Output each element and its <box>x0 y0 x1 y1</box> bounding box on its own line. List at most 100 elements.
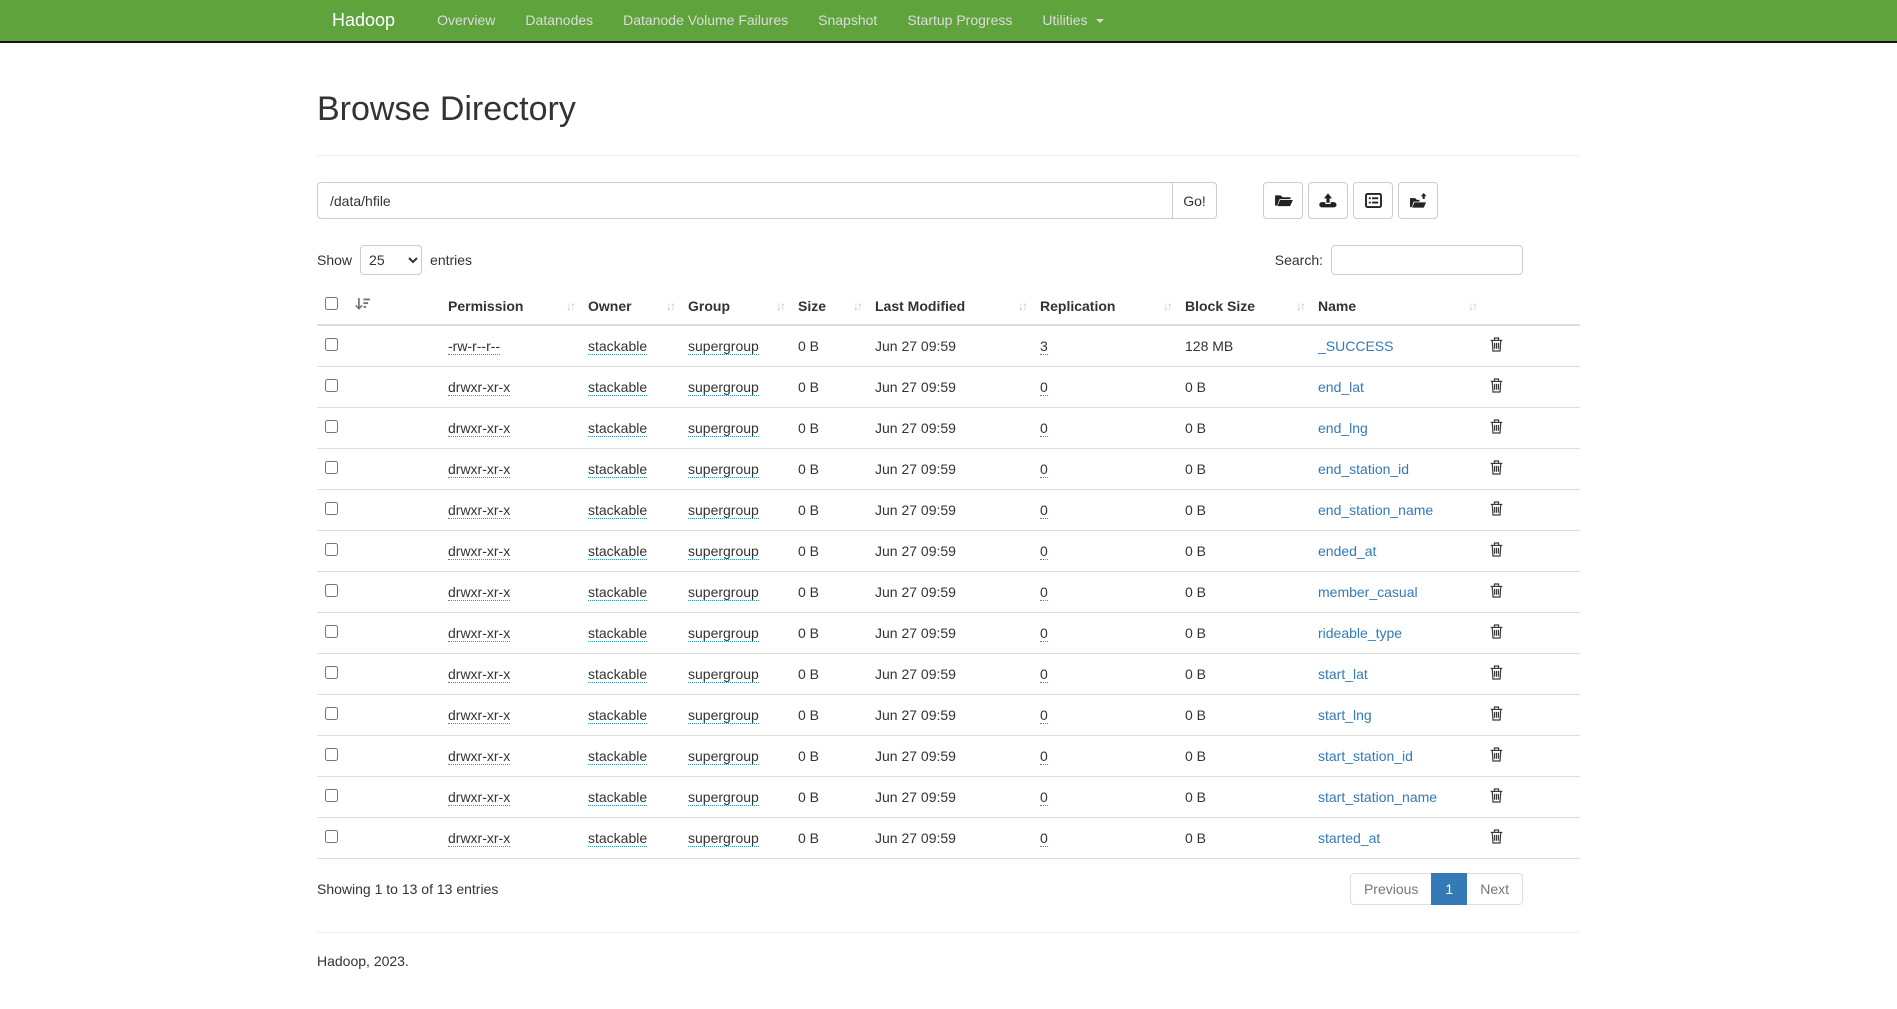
replication-value[interactable]: 0 <box>1040 789 1048 806</box>
column-header-owner[interactable]: Owner↓↑ <box>580 287 680 325</box>
delete-button[interactable] <box>1490 337 1503 355</box>
delete-button[interactable] <box>1490 747 1503 765</box>
next-page-button[interactable]: Next <box>1467 873 1523 905</box>
file-name-link[interactable]: started_at <box>1318 830 1380 846</box>
group-value[interactable]: supergroup <box>688 338 759 355</box>
file-name-link[interactable]: rideable_type <box>1318 625 1402 641</box>
row-select-checkbox[interactable] <box>325 830 338 843</box>
file-name-link[interactable]: start_lat <box>1318 666 1368 682</box>
group-value[interactable]: supergroup <box>688 420 759 437</box>
row-select-checkbox[interactable] <box>325 584 338 597</box>
group-value[interactable]: supergroup <box>688 584 759 601</box>
file-name-link[interactable]: ended_at <box>1318 543 1376 559</box>
file-name-link[interactable]: end_lng <box>1318 420 1368 436</box>
permission-value[interactable]: drwxr-xr-x <box>448 789 510 806</box>
file-name-link[interactable]: start_station_name <box>1318 789 1437 805</box>
row-select-checkbox[interactable] <box>325 338 338 351</box>
permission-value[interactable]: drwxr-xr-x <box>448 502 510 519</box>
owner-value[interactable]: stackable <box>588 502 647 519</box>
replication-value[interactable]: 0 <box>1040 584 1048 601</box>
quota-button[interactable] <box>1353 182 1393 219</box>
nav-item-startup-progress[interactable]: Startup Progress <box>892 0 1027 42</box>
replication-value[interactable]: 0 <box>1040 502 1048 519</box>
permission-value[interactable]: drwxr-xr-x <box>448 461 510 478</box>
owner-value[interactable]: stackable <box>588 379 647 396</box>
column-header-block-size[interactable]: Block Size↓↑ <box>1177 287 1310 325</box>
nav-item-snapshot[interactable]: Snapshot <box>803 0 892 42</box>
permission-value[interactable]: drwxr-xr-x <box>448 625 510 642</box>
group-value[interactable]: supergroup <box>688 830 759 847</box>
nav-item-datanodes[interactable]: Datanodes <box>510 0 608 42</box>
delete-button[interactable] <box>1490 542 1503 560</box>
column-header-name[interactable]: Name↓↑ <box>1310 287 1482 325</box>
nav-item-datanode-volume-failures[interactable]: Datanode Volume Failures <box>608 0 803 42</box>
replication-value[interactable]: 0 <box>1040 420 1048 437</box>
nav-item-overview[interactable]: Overview <box>422 0 510 42</box>
file-name-link[interactable]: member_casual <box>1318 584 1418 600</box>
group-value[interactable]: supergroup <box>688 625 759 642</box>
delete-button[interactable] <box>1490 501 1503 519</box>
create-directory-button[interactable] <box>1263 182 1303 219</box>
replication-value[interactable]: 0 <box>1040 748 1048 765</box>
column-header-last-modified[interactable]: Last Modified↓↑ <box>867 287 1032 325</box>
select-all-checkbox[interactable] <box>325 297 338 310</box>
replication-value[interactable]: 0 <box>1040 379 1048 396</box>
page-size-select[interactable]: 25 <box>360 245 422 275</box>
permission-value[interactable]: drwxr-xr-x <box>448 379 510 396</box>
group-value[interactable]: supergroup <box>688 543 759 560</box>
owner-value[interactable]: stackable <box>588 461 647 478</box>
row-select-checkbox[interactable] <box>325 789 338 802</box>
permission-value[interactable]: drwxr-xr-x <box>448 748 510 765</box>
column-header-permission[interactable]: Permission↓↑ <box>440 287 580 325</box>
nav-item-utilities-dropdown[interactable]: Utilities <box>1027 0 1119 42</box>
replication-value[interactable]: 0 <box>1040 707 1048 724</box>
owner-value[interactable]: stackable <box>588 584 647 601</box>
owner-value[interactable]: stackable <box>588 707 647 724</box>
row-select-checkbox[interactable] <box>325 502 338 515</box>
owner-value[interactable]: stackable <box>588 543 647 560</box>
replication-value[interactable]: 0 <box>1040 625 1048 642</box>
group-value[interactable]: supergroup <box>688 789 759 806</box>
row-select-checkbox[interactable] <box>325 543 338 556</box>
row-select-checkbox[interactable] <box>325 379 338 392</box>
delete-button[interactable] <box>1490 419 1503 437</box>
permission-value[interactable]: -rw-r--r-- <box>448 338 500 355</box>
column-header-replication[interactable]: Replication↓↑ <box>1032 287 1177 325</box>
group-value[interactable]: supergroup <box>688 502 759 519</box>
file-name-link[interactable]: start_lng <box>1318 707 1372 723</box>
row-select-checkbox[interactable] <box>325 625 338 638</box>
owner-value[interactable]: stackable <box>588 666 647 683</box>
owner-value[interactable]: stackable <box>588 420 647 437</box>
owner-value[interactable]: stackable <box>588 748 647 765</box>
delete-button[interactable] <box>1490 583 1503 601</box>
delete-button[interactable] <box>1490 460 1503 478</box>
group-value[interactable]: supergroup <box>688 707 759 724</box>
owner-value[interactable]: stackable <box>588 789 647 806</box>
owner-value[interactable]: stackable <box>588 625 647 642</box>
row-select-checkbox[interactable] <box>325 461 338 474</box>
row-select-checkbox[interactable] <box>325 420 338 433</box>
delete-button[interactable] <box>1490 706 1503 724</box>
upload-files-button[interactable] <box>1308 182 1348 219</box>
group-value[interactable]: supergroup <box>688 461 759 478</box>
search-input[interactable] <box>1331 245 1523 275</box>
permission-value[interactable]: drwxr-xr-x <box>448 584 510 601</box>
row-select-checkbox[interactable] <box>325 666 338 679</box>
permission-value[interactable]: drwxr-xr-x <box>448 830 510 847</box>
owner-value[interactable]: stackable <box>588 830 647 847</box>
delete-button[interactable] <box>1490 829 1503 847</box>
permission-value[interactable]: drwxr-xr-x <box>448 543 510 560</box>
brand-link[interactable]: Hadoop <box>317 0 410 42</box>
replication-value[interactable]: 3 <box>1040 338 1048 355</box>
file-name-link[interactable]: start_station_id <box>1318 748 1413 764</box>
select-all-header[interactable] <box>317 287 440 325</box>
delete-button[interactable] <box>1490 624 1503 642</box>
column-header-size[interactable]: Size↓↑ <box>790 287 867 325</box>
group-value[interactable]: supergroup <box>688 666 759 683</box>
paste-move-button[interactable] <box>1398 182 1438 219</box>
file-name-link[interactable]: end_lat <box>1318 379 1364 395</box>
page-1-button[interactable]: 1 <box>1431 873 1467 905</box>
replication-value[interactable]: 0 <box>1040 666 1048 683</box>
go-button[interactable]: Go! <box>1173 182 1217 219</box>
group-value[interactable]: supergroup <box>688 379 759 396</box>
